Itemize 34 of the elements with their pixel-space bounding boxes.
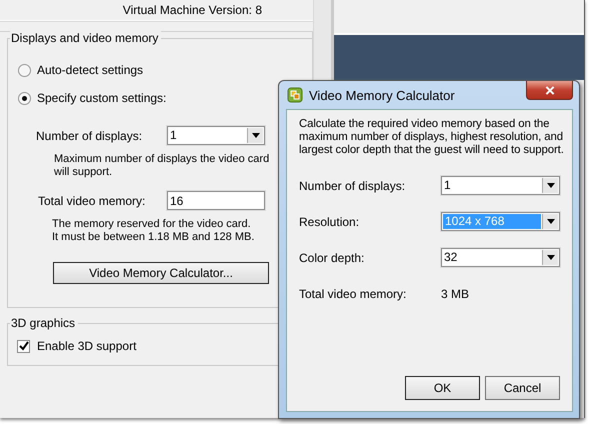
total-label: Total video memory:	[299, 286, 408, 300]
caret-icon	[546, 255, 554, 260]
app-icon	[287, 87, 303, 103]
description-text: Calculate the required video memory based on the maximum number of displays, highest resolution, and largest color depth that the guest will need to support.	[299, 118, 565, 157]
close-icon	[544, 86, 554, 94]
hint-text: Maximum number of displays the video card will support.	[54, 153, 270, 179]
checkbox[interactable]	[17, 340, 30, 352]
total-value: 3 MB	[441, 286, 470, 300]
radio-label[interactable]: Auto-detect settings	[37, 63, 144, 77]
field-label: Number of displays:	[36, 128, 144, 142]
memory-input-field[interactable]: 16	[167, 191, 265, 210]
group-title: 3D graphics	[10, 316, 78, 330]
dropdown[interactable]: 1	[441, 176, 560, 195]
caret-icon	[546, 183, 554, 188]
radio-button[interactable]	[18, 64, 31, 76]
radio-button[interactable]	[18, 92, 31, 104]
calculator-button[interactable]: Video Memory Calculator...	[53, 262, 269, 284]
close-button[interactable]	[526, 81, 573, 100]
field-label: Color depth:	[299, 250, 366, 264]
field-label: Resolution:	[299, 214, 360, 228]
hint-text: The memory reserved for the video card. It must be between 1.18 MB and 128 MB.	[52, 218, 256, 244]
version-label: Virtual Machine Version: 8	[122, 3, 262, 17]
caret-icon	[546, 219, 554, 224]
dropdown[interactable]: 32	[441, 248, 560, 267]
displays-dropdown[interactable]: 1	[167, 126, 265, 145]
field-label: Total video memory:	[38, 194, 146, 208]
group-title: Displays and video memory	[10, 31, 162, 45]
radio-label[interactable]: Specify custom settings:	[37, 91, 166, 105]
cancel-button[interactable]: Cancel	[485, 376, 560, 400]
dialog-title: Video Memory Calculator	[309, 88, 455, 102]
checkbox-label[interactable]: Enable 3D support	[37, 339, 136, 353]
caret-icon	[252, 133, 260, 138]
ok-button[interactable]: OK	[405, 376, 480, 400]
field-label: Number of displays:	[299, 178, 406, 192]
